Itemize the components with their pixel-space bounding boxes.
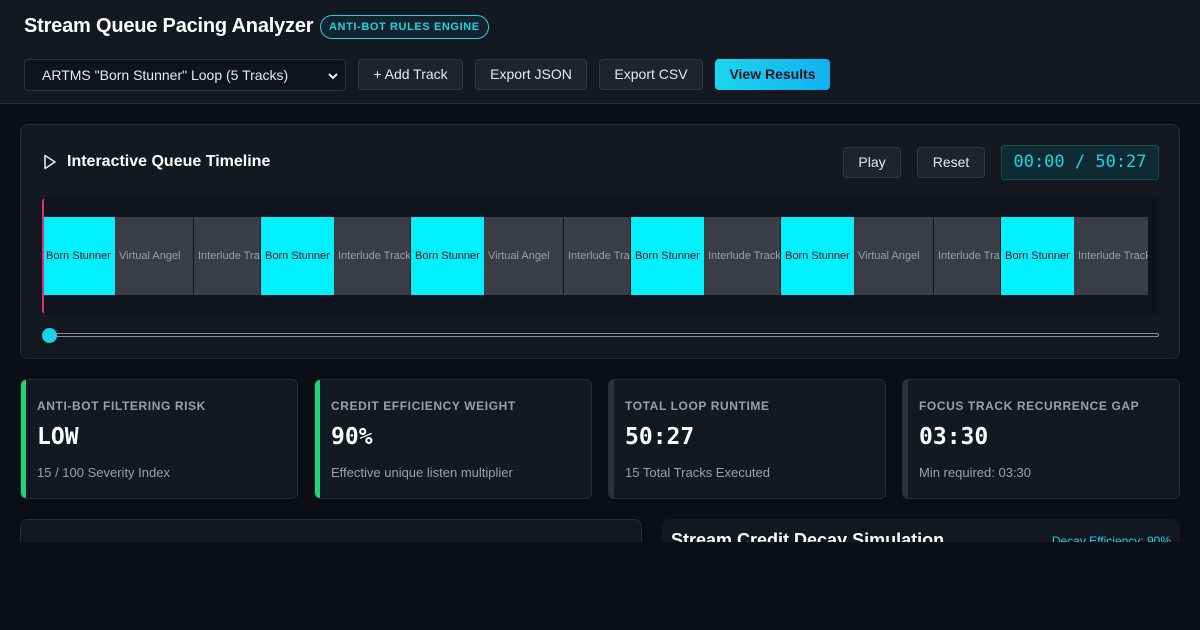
playhead[interactable] [42,197,44,315]
timeline-track-segment[interactable]: Born Stunner [411,217,484,295]
card-label: CREDIT EFFICIENCY WEIGHT [331,399,516,413]
app-header: Stream Queue Pacing Analyzer ANTI-BOT RU… [0,0,1200,104]
timeline-scrubber-track[interactable] [49,333,1159,337]
timeline-track-segment[interactable]: Interlude Track [334,217,410,295]
card-value: 50:27 [625,424,695,450]
card-subtext: Min required: 03:30 [919,465,1032,480]
reset-button[interactable]: Reset [917,147,985,178]
app-title: Stream Queue Pacing Analyzer [24,15,314,37]
timeline-track-segment[interactable]: Born Stunner [1001,217,1074,295]
card-accent-bar [315,380,320,498]
timeline-track-segment[interactable]: Interlude Track [564,217,630,295]
card-total-runtime: TOTAL LOOP RUNTIME 50:27 15 Total Tracks… [608,379,886,499]
preset-select-value: ARTMS "Born Stunner" Loop (5 Tracks) [42,67,289,83]
card-subtext: Effective unique listen multiplier [331,465,513,480]
card-label: TOTAL LOOP RUNTIME [625,399,770,413]
add-track-button[interactable]: + Add Track [358,59,463,90]
export-csv-button[interactable]: Export CSV [599,59,703,90]
card-anti-bot-risk: ANTI-BOT FILTERING RISK LOW 15 / 100 Sev… [20,379,298,499]
timeline-track-segment[interactable]: Interlude Track [194,217,260,295]
timeline-track-segment[interactable]: Born Stunner [42,217,115,295]
timeline-track-segment[interactable]: Virtual Angel [115,217,193,295]
timeline-scrubber-thumb[interactable] [42,328,57,343]
track-row: Born StunnerVirtual AngelInterlude Track… [42,217,1159,295]
chevron-down-icon [328,73,338,80]
card-subtext: 15 / 100 Severity Index [37,465,170,480]
queue-timeline-panel: Interactive Queue Timeline Play Reset 00… [20,124,1180,359]
timecode-display: 00:00 / 50:27 [1001,145,1159,180]
card-accent-bar [21,380,26,498]
view-results-button[interactable]: View Results [715,59,830,90]
rules-engine-badge: ANTI-BOT RULES ENGINE [320,15,489,39]
card-credit-efficiency: CREDIT EFFICIENCY WEIGHT 90% Effective u… [314,379,592,499]
preset-select[interactable]: ARTMS "Born Stunner" Loop (5 Tracks) [24,59,346,91]
play-button[interactable]: Play [843,147,901,178]
export-json-button[interactable]: Export JSON [475,59,587,90]
card-accent-bar [609,380,614,498]
play-icon [44,154,56,170]
queue-track-area[interactable]: Born StunnerVirtual AngelInterlude Track… [42,197,1159,315]
card-accent-bar [903,380,908,498]
timeline-track-segment[interactable]: Born Stunner [631,217,704,295]
card-value: LOW [37,424,79,450]
timeline-track-segment[interactable]: Interlude Track [704,217,780,295]
timeline-track-segment[interactable]: Interlude Track [934,217,1000,295]
card-label: FOCUS TRACK RECURRENCE GAP [919,399,1140,413]
card-subtext: 15 Total Tracks Executed [625,465,771,480]
timeline-track-segment[interactable]: Born Stunner [261,217,334,295]
card-recurrence-gap: FOCUS TRACK RECURRENCE GAP 03:30 Min req… [902,379,1180,499]
timeline-track-segment[interactable]: Interlude Track [1074,217,1148,295]
timeline-track-segment[interactable]: Virtual Angel [484,217,563,295]
timeline-track-segment[interactable]: Born Stunner [781,217,854,295]
card-value: 90% [331,424,373,450]
page-bottom-background [0,542,1200,630]
timeline-title: Interactive Queue Timeline [67,153,271,170]
card-value: 03:30 [919,424,989,450]
card-label: ANTI-BOT FILTERING RISK [37,399,206,413]
timeline-track-segment[interactable]: Virtual Angel [854,217,933,295]
